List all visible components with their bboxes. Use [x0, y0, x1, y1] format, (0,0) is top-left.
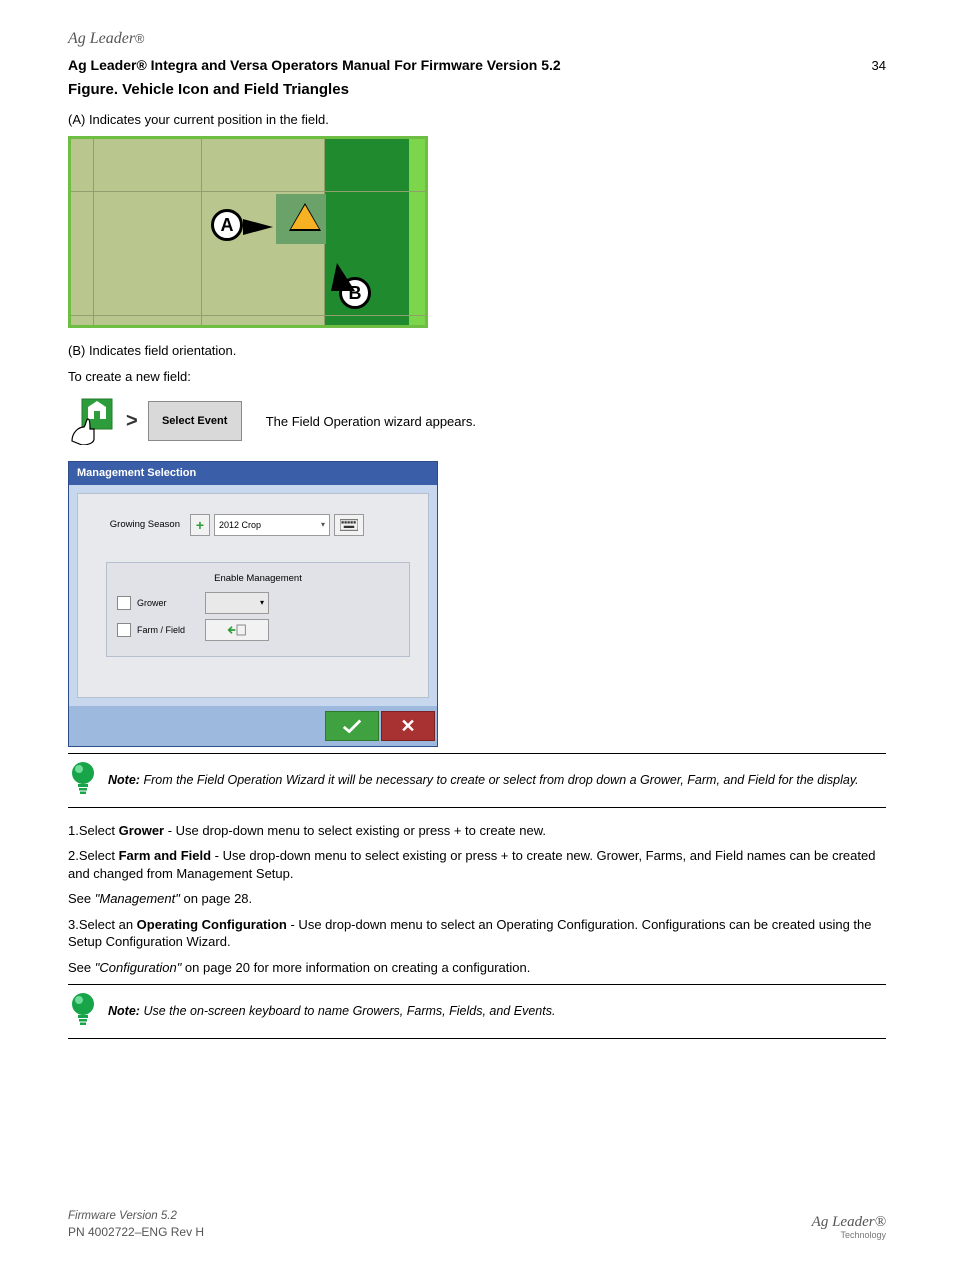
create-field-lead: To create a new field:: [68, 368, 886, 386]
nav-path-row: > Select Event The Field Operation wizar…: [68, 397, 886, 445]
farm-field-checkbox[interactable]: [117, 623, 131, 637]
chevron-icon: >: [122, 408, 142, 435]
note-2: Note: Note: Use the on-screen keyboard t…: [68, 984, 886, 1039]
callout-b-desc: (B) Indicates field orientation.: [68, 342, 886, 360]
dialog-title: Management Selection: [69, 462, 437, 485]
enable-management-label: Enable Management: [117, 573, 399, 586]
growing-season-dropdown[interactable]: 2012 Crop: [214, 514, 330, 536]
step-2: 2.Select Farm and Field - Use drop-down …: [68, 847, 886, 882]
step-3b: See "Configuration" on page 20 for more …: [68, 959, 886, 977]
grower-value-box[interactable]: ▾: [205, 592, 269, 614]
lightbulb-icon: [68, 991, 98, 1032]
grower-checkbox[interactable]: [117, 596, 131, 610]
confirm-button[interactable]: [325, 711, 379, 741]
note-1: Note: Note: From the Field Operation Wiz…: [68, 753, 886, 808]
manual-title: Ag Leader® Integra and Versa Operators M…: [68, 56, 561, 75]
touch-hand-icon: [68, 397, 116, 445]
footer-brand: Ag Leader® Technology: [812, 1214, 886, 1240]
load-farm-field-button[interactable]: [205, 619, 269, 641]
firmware-rev: Firmware Version 5.2: [68, 1209, 204, 1225]
page-footer: Firmware Version 5.2 PN 4002722–ENG Rev …: [68, 1209, 886, 1241]
note-1-text: Note: Note: From the Field Operation Wiz…: [108, 772, 859, 789]
part-number: PN 4002722–ENG Rev H: [68, 1224, 204, 1240]
note-2-text: Note: Note: Use the on-screen keyboard t…: [108, 1003, 555, 1020]
wizard-appears-text: The Field Operation wizard appears.: [266, 413, 476, 431]
doc-header: Ag Leader®: [68, 28, 886, 50]
growing-season-label: Growing Season: [96, 519, 186, 532]
select-event-button[interactable]: Select Event: [148, 401, 242, 441]
keyboard-button[interactable]: [334, 514, 364, 536]
management-selection-dialog: Management Selection Growing Season + 20…: [68, 461, 438, 747]
add-season-button[interactable]: +: [190, 514, 210, 536]
brand-name: Ag Leader: [68, 30, 135, 47]
farm-field-label: Farm / Field: [137, 624, 199, 636]
section-heading: Figure. Vehicle Icon and Field Triangles: [68, 80, 886, 100]
step-3: 3.Select an Operating Configuration - Us…: [68, 916, 886, 951]
page-number: 34: [872, 57, 886, 75]
doc-title-row: Ag Leader® Integra and Versa Operators M…: [68, 56, 886, 75]
field-map-illustration: A B: [68, 136, 428, 328]
lightbulb-icon: [68, 760, 98, 801]
grower-label: Grower: [137, 597, 199, 609]
pointer-b-icon: [331, 263, 355, 291]
cancel-button[interactable]: ✕: [381, 711, 435, 741]
pointer-a-icon: [243, 219, 273, 235]
step-1: 1.Select Grower - Use drop-down menu to …: [68, 822, 886, 840]
step-2b: See "Management" on page 28.: [68, 890, 886, 908]
callout-a-desc: (A) Indicates your current position in t…: [68, 111, 886, 129]
